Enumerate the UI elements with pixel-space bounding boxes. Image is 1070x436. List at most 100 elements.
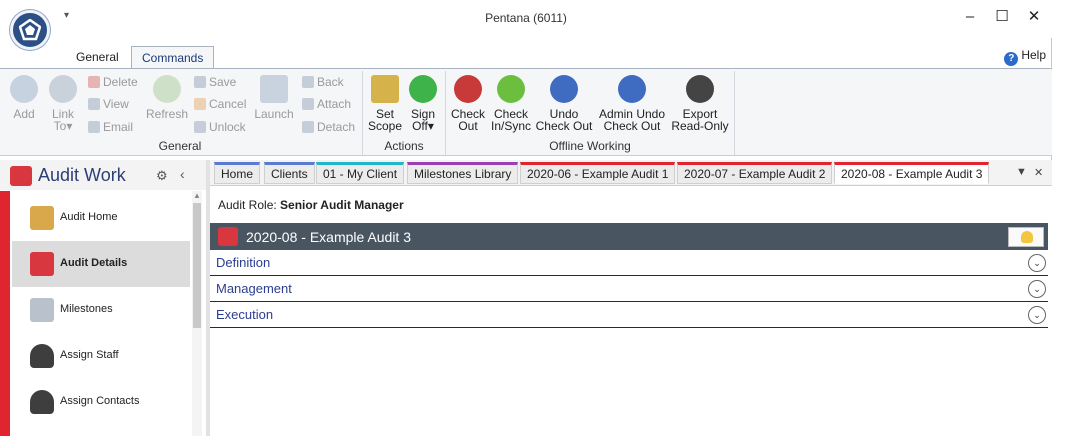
minimize-button[interactable]: – [956, 6, 984, 28]
view-button[interactable]: View [88, 95, 129, 113]
audit-role-value: Senior Audit Manager [280, 198, 404, 212]
delete-label: Delete [103, 75, 138, 89]
link-icon [49, 75, 77, 103]
detach-label: Detach [317, 120, 356, 134]
doc-tab-home[interactable]: Home [214, 162, 261, 184]
title-bar: ▾ Pentana (6011) – ☐ ✕ [0, 0, 1052, 50]
check-in-label-2: In/Sync [490, 119, 532, 133]
back-button[interactable]: Back [302, 73, 344, 91]
unlock-icon [194, 121, 206, 133]
export-icon [686, 75, 714, 103]
nav-item-audit-details[interactable]: Audit Details [12, 241, 190, 287]
sign-off-button[interactable]: Sign Off▾ [406, 75, 440, 132]
app-logo-icon[interactable] [10, 10, 50, 50]
attach-button[interactable]: Attach [302, 95, 351, 113]
group-separator [362, 71, 363, 155]
admin-undo-check-out-button[interactable]: Admin Undo Check Out [597, 75, 667, 132]
sign-off-icon [409, 75, 437, 103]
sign-off-label-2: Off▾ [412, 119, 434, 133]
nav-title: Audit Work [38, 165, 126, 185]
doc-tab-milestones-library[interactable]: Milestones Library [407, 162, 519, 184]
back-icon [302, 76, 314, 88]
doc-tab-audit-1[interactable]: 2020-06 - Example Audit 1 [520, 162, 676, 184]
nav-item-label: Audit Details [60, 257, 128, 269]
check-out-button[interactable]: Check Out [449, 75, 487, 132]
expand-chevron-icon[interactable]: ⌄ [1028, 254, 1046, 272]
nav-item-label: Audit Home [60, 211, 118, 223]
link-to-label: Link To▾ [51, 107, 74, 133]
back-label: Back [317, 75, 344, 89]
audit-role: Audit Role: Senior Audit Manager [218, 198, 404, 212]
check-out-icon [454, 75, 482, 103]
check-in-sync-button[interactable]: Check In/Sync [489, 75, 533, 132]
tab-commands[interactable]: Commands [131, 46, 215, 69]
scroll-up-icon[interactable]: ▲ [193, 191, 201, 200]
document-tabs: Home Clients 01 - My Client Milestones L… [210, 160, 1052, 185]
doc-tab-clients[interactable]: Clients [264, 162, 315, 184]
set-scope-button[interactable]: Set Scope [366, 75, 404, 132]
doc-tab-audit-2[interactable]: 2020-07 - Example Audit 2 [677, 162, 833, 184]
nav-scrollbar[interactable]: ▲ [192, 191, 202, 436]
add-button[interactable]: Add [10, 75, 38, 120]
cancel-icon [194, 98, 206, 110]
cancel-button[interactable]: Cancel [194, 95, 246, 113]
delete-button[interactable]: Delete [88, 73, 138, 91]
section-execution[interactable]: Execution ⌄ [210, 302, 1048, 328]
tab-list-dropdown-icon[interactable]: ▼ [1016, 166, 1027, 178]
attach-label: Attach [317, 97, 352, 111]
unlock-button[interactable]: Unlock [194, 118, 246, 136]
set-scope-label-2: Scope [367, 119, 403, 133]
save-label: Save [209, 75, 237, 89]
nav-item-milestones[interactable]: Milestones [12, 287, 190, 333]
save-button[interactable]: Save [194, 73, 236, 91]
ribbon-tabs: General Commands ? Help [0, 46, 1052, 69]
nav-item-assign-staff[interactable]: Assign Staff [12, 333, 190, 379]
launch-button[interactable]: Launch [254, 75, 294, 120]
refresh-icon [153, 75, 181, 103]
view-icon [88, 98, 100, 110]
close-tab-icon[interactable]: ✕ [1034, 166, 1043, 179]
app-window: ▾ Pentana (6011) – ☐ ✕ General Commands … [0, 0, 1052, 436]
admin-undo-icon [618, 75, 646, 103]
tab-general[interactable]: General [66, 46, 129, 68]
group-label-offline-working: Offline Working [549, 139, 631, 153]
settings-gear-icon[interactable]: ⚙ [156, 168, 168, 184]
add-label: Add [13, 107, 35, 121]
group-label-general: General [158, 139, 202, 153]
export-read-only-button[interactable]: Export Read-Only [671, 75, 729, 132]
contact-person-icon [30, 390, 54, 414]
admin-undo-label-2: Check Out [603, 119, 661, 133]
maximize-button[interactable]: ☐ [988, 6, 1016, 28]
email-button[interactable]: Email [88, 118, 133, 136]
nav-item-assign-contacts[interactable]: Assign Contacts [12, 379, 190, 425]
delete-icon [88, 76, 100, 88]
doc-tab-my-client[interactable]: 01 - My Client [316, 162, 405, 184]
help-button[interactable]: ? Help [1004, 48, 1046, 66]
group-separator [734, 71, 735, 155]
attach-icon [302, 98, 314, 110]
nav-accent-bar [0, 191, 10, 436]
milestones-icon [30, 298, 54, 322]
link-to-button[interactable]: Link To▾ [46, 75, 80, 132]
notes-button[interactable] [1008, 227, 1044, 247]
doc-tab-audit-3[interactable]: 2020-08 - Example Audit 3 [834, 162, 990, 184]
collapse-nav-icon[interactable]: ‹ [180, 166, 185, 182]
nav-item-label: Assign Contacts [60, 395, 140, 407]
launch-icon [260, 75, 288, 103]
refresh-button[interactable]: Refresh [146, 75, 188, 120]
detach-button[interactable]: Detach [302, 118, 355, 136]
section-management[interactable]: Management ⌄ [210, 276, 1048, 302]
nav-item-audit-home[interactable]: Audit Home [12, 195, 190, 241]
expand-chevron-icon[interactable]: ⌄ [1028, 280, 1046, 298]
section-label: Execution [216, 307, 274, 322]
close-button[interactable]: ✕ [1020, 6, 1048, 28]
add-icon [10, 75, 38, 103]
undo-check-out-button[interactable]: Undo Check Out [535, 75, 593, 132]
bell-icon [1021, 231, 1033, 243]
help-icon: ? [1004, 52, 1019, 66]
staff-person-icon [30, 344, 54, 368]
scrollbar-thumb[interactable] [193, 203, 201, 328]
help-label: Help [1021, 48, 1046, 62]
section-definition[interactable]: Definition ⌄ [210, 250, 1048, 276]
expand-chevron-icon[interactable]: ⌄ [1028, 306, 1046, 324]
